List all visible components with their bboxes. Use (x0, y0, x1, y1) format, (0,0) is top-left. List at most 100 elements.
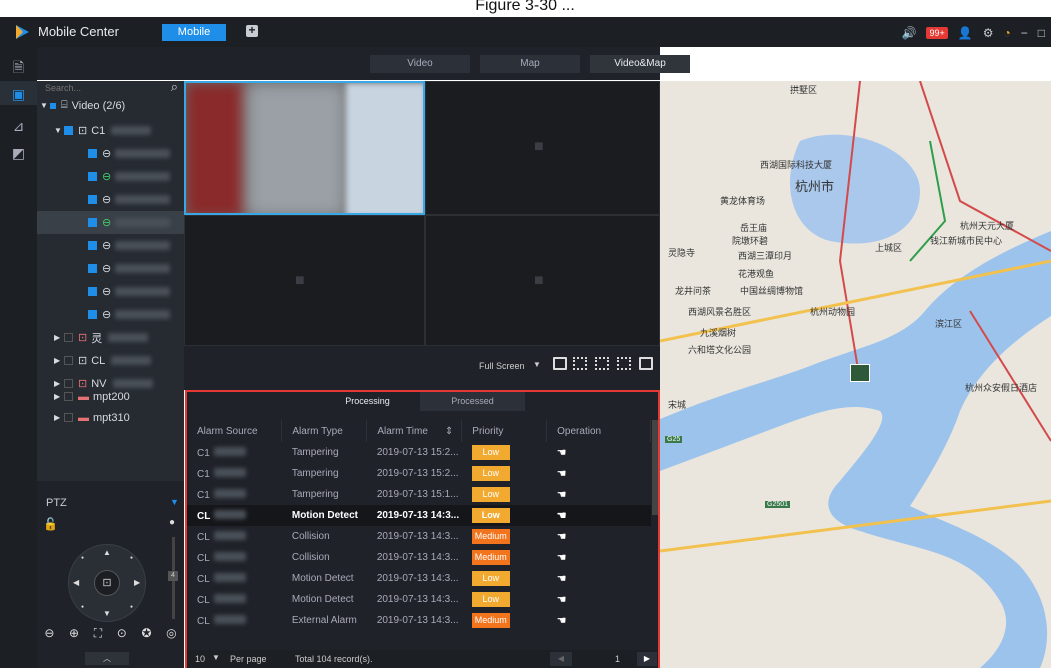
focus-icon[interactable]: ⛶ (94, 626, 102, 641)
tree-channel[interactable]: ⊖ (37, 165, 184, 188)
tab-processed[interactable]: Processed (420, 392, 525, 411)
tree-channel[interactable]: ⊖ (37, 280, 184, 303)
preset-icon[interactable]: ✪ (141, 626, 151, 641)
lock-icon[interactable]: 🔓 (43, 517, 58, 531)
tree-checkbox[interactable] (64, 413, 73, 422)
tree-root-video[interactable]: ▼ ⌸ Video (2/6) (37, 94, 184, 117)
table-row[interactable]: CL Collision 2019-07-13 14:3... Medium ☚ (187, 547, 651, 568)
iris-icon[interactable]: ⊙ (117, 626, 127, 641)
process-hand-icon[interactable]: ☚ (557, 594, 567, 606)
performance-icon[interactable]: ◔ (1003, 26, 1010, 40)
full-screen-button[interactable]: Full Screen (479, 361, 525, 371)
layout-16-icon[interactable] (617, 357, 631, 370)
ptz-downright-dot-icon[interactable]: ● (130, 604, 133, 610)
video-window-3[interactable]: ■ (184, 215, 425, 346)
tab-video[interactable]: Video (370, 55, 470, 73)
device-marker-icon[interactable] (850, 364, 870, 382)
per-page-value[interactable]: 10 (195, 654, 205, 664)
tree-device-mpt200[interactable]: ▶ ▬ mpt200 (37, 385, 184, 408)
tab-video-and-map[interactable]: Video&Map (590, 55, 690, 73)
column-header[interactable]: Operation (546, 420, 651, 442)
current-page[interactable]: 1 (615, 654, 620, 664)
video-window-2[interactable]: ■ (425, 81, 660, 215)
table-row[interactable]: C1 Tampering 2019-07-13 15:1... Low ☚ (187, 484, 651, 505)
collapse-arrow-icon[interactable]: ▶ (54, 413, 64, 422)
tree-checkbox[interactable] (88, 218, 97, 227)
tree-checkbox[interactable] (88, 264, 97, 273)
per-page-dropdown-icon[interactable]: ▼ (212, 653, 220, 662)
ptz-collapse-button[interactable]: ︿ (85, 652, 129, 665)
column-header[interactable]: Alarm Type (281, 420, 368, 442)
layout-custom-icon[interactable] (639, 357, 653, 370)
column-header[interactable]: Priority (461, 420, 548, 442)
process-hand-icon[interactable]: ☚ (557, 552, 567, 564)
tree-checkbox[interactable] (64, 356, 73, 365)
ptz-right-arrow-icon[interactable]: ▶ (134, 578, 140, 587)
process-hand-icon[interactable]: ☚ (557, 489, 567, 501)
process-hand-icon[interactable]: ☚ (557, 531, 567, 543)
tab-processing[interactable]: Processing (315, 392, 420, 411)
process-hand-icon[interactable]: ☚ (557, 468, 567, 480)
alarm-count-badge[interactable]: 99+ (926, 27, 948, 39)
video-window-4[interactable]: ■ (425, 215, 660, 346)
ptz-speed-value[interactable]: 4 (168, 571, 178, 581)
tree-channel[interactable]: ⊖ (37, 188, 184, 211)
ptz-left-arrow-icon[interactable]: ◀ (73, 578, 79, 587)
process-hand-icon[interactable]: ☚ (557, 573, 567, 585)
tree-checkbox[interactable] (88, 172, 97, 181)
ptz-downleft-dot-icon[interactable]: ● (81, 604, 84, 610)
tree-group[interactable]: ▶ ⊡ CL (37, 349, 184, 372)
tab-map[interactable]: Map (480, 55, 580, 73)
sort-icon[interactable]: ⇕ (445, 426, 453, 437)
table-row[interactable]: C1 Tampering 2019-07-13 15:2... Low ☚ (187, 442, 651, 463)
maximize-icon[interactable]: □ (1038, 26, 1045, 40)
tab-mobile[interactable]: Mobile (162, 24, 226, 41)
add-tab-icon[interactable]: + (246, 24, 258, 37)
table-row[interactable]: C1 Tampering 2019-07-13 15:2... Low ☚ (187, 463, 651, 484)
tree-device-mpt310[interactable]: ▶ ▬ mpt310 (37, 406, 184, 429)
tree-channel[interactable]: ⊖ (37, 303, 184, 326)
expand-arrow-icon[interactable]: ▼ (54, 126, 64, 135)
tree-channel-selected[interactable]: ⊖ (37, 211, 184, 234)
search-icon[interactable]: ⌕ (171, 79, 178, 95)
zoom-out-icon[interactable]: ⊖ (44, 626, 54, 641)
tree-checkbox[interactable] (88, 310, 97, 319)
table-row[interactable]: CL External Alarm 2019-07-13 14:3... Medium… (187, 610, 651, 631)
column-header[interactable]: Alarm Time ⇕ (366, 420, 463, 442)
ptz-down-arrow-icon[interactable]: ▼ (103, 609, 111, 618)
ptz-up-arrow-icon[interactable]: ▲ (103, 548, 111, 557)
light-icon[interactable]: ● (169, 517, 175, 528)
tree-checkbox[interactable] (88, 287, 97, 296)
map-view[interactable]: 拱墅区 西湖国际科技大厦 杭州市 黄龙体育场 岳王庙 院墩环碧 西湖三潭印月 花… (660, 81, 1051, 668)
prev-page-icon[interactable]: ◀ (550, 652, 572, 666)
zoom-in-icon[interactable]: ⊕ (69, 626, 79, 641)
tree-checkbox[interactable] (64, 126, 73, 135)
collapse-arrow-icon[interactable]: ▶ (54, 392, 64, 401)
alarm-speaker-icon[interactable]: 🔊 (902, 26, 917, 40)
tree-channel[interactable]: ⊖ (37, 257, 184, 280)
process-hand-icon[interactable]: ☚ (557, 510, 567, 522)
sidebar-monitor-icon[interactable]: ▣ (10, 86, 27, 103)
tree-group-c1[interactable]: ▼ ⊡ C1 (37, 119, 184, 142)
ptz-upleft-dot-icon[interactable]: ● (81, 555, 84, 561)
tour-icon[interactable]: ◎ (166, 626, 176, 641)
table-scrollbar[interactable] (652, 420, 658, 515)
column-header[interactable]: Alarm Source (187, 420, 283, 442)
layout-1-icon[interactable] (553, 357, 567, 370)
tree-channel[interactable]: ⊖ (37, 142, 184, 165)
tree-checkbox[interactable] (64, 392, 73, 401)
tree-group[interactable]: ▶ ⊡ 灵 (37, 326, 184, 349)
ptz-collapse-toggle-icon[interactable]: ▼ (170, 497, 179, 507)
tree-checkbox[interactable] (88, 149, 97, 158)
process-hand-icon[interactable]: ☚ (557, 615, 567, 627)
table-row[interactable]: CL Motion Detect 2019-07-13 14:3... Low ☚ (187, 505, 651, 526)
table-row[interactable]: CL Collision 2019-07-13 14:3... Medium ☚ (187, 526, 651, 547)
ptz-center-button[interactable]: ⊡ (94, 570, 120, 596)
sidebar-log-icon[interactable]: 🗎 (10, 57, 27, 75)
tree-checkbox[interactable] (88, 195, 97, 204)
layout-4-icon[interactable] (573, 357, 587, 370)
collapse-arrow-icon[interactable]: ▶ (54, 356, 64, 365)
tree-channel[interactable]: ⊖ (37, 234, 184, 257)
process-hand-icon[interactable]: ☚ (557, 447, 567, 459)
layout-9-icon[interactable] (595, 357, 609, 370)
